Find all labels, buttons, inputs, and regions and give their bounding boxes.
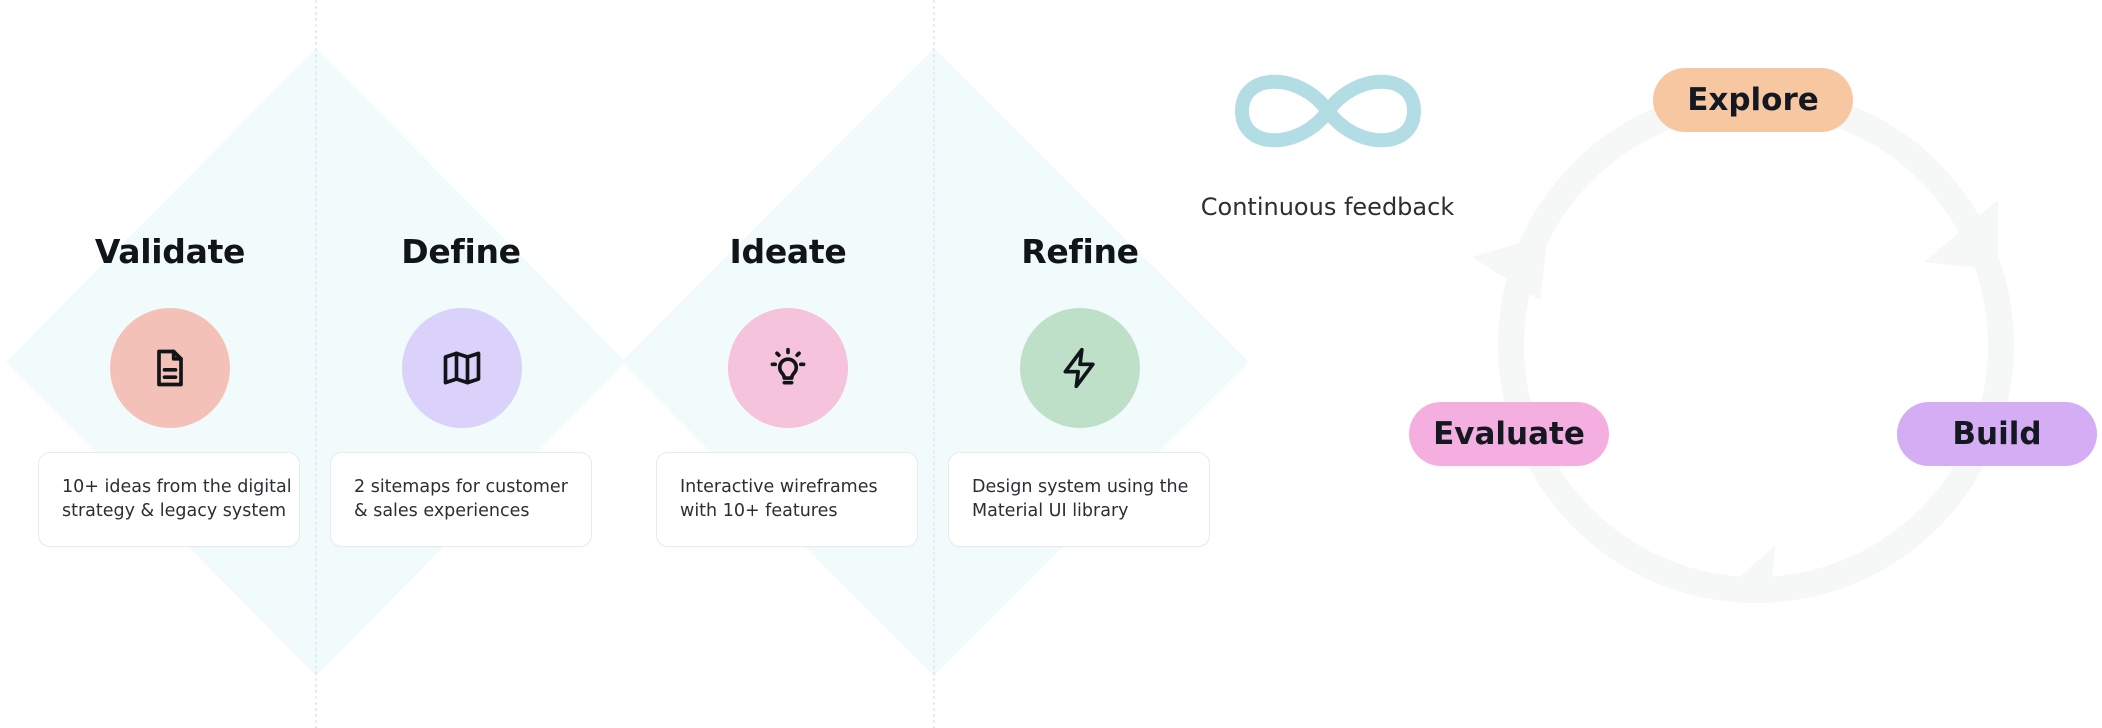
stage-card-line: & sales experiences <box>354 501 530 521</box>
stage-card-refine: Design system using the Material UI libr… <box>948 452 1210 547</box>
infinity-icon <box>1234 74 1422 148</box>
stage-card-line: Design system using the <box>972 477 1189 497</box>
deliver-diamond <box>621 48 1249 676</box>
stage-card-line: Material UI library <box>972 501 1129 521</box>
lightning-icon <box>1063 347 1095 389</box>
stage-title-validate: Validate <box>94 232 246 271</box>
stage-card-ideate: Interactive wireframes with 10+ features <box>656 452 918 547</box>
stage-icon-circle-define <box>402 308 522 428</box>
stage-card-line: 2 sitemaps for customer <box>354 477 568 497</box>
pill-build: Build <box>1897 402 2097 466</box>
stage-card-line: strategy & legacy system <box>62 501 287 521</box>
stage-icon-circle-refine <box>1020 308 1140 428</box>
stage-title-refine: Refine <box>1021 232 1139 271</box>
pill-explore: Explore <box>1653 68 1853 132</box>
cycle-ring <box>1472 87 2014 603</box>
stage-title-ideate: Ideate <box>729 232 847 271</box>
document-icon <box>157 349 183 387</box>
cycle-arrow-bottom <box>1722 546 1775 600</box>
stage-card-line: Interactive wireframes <box>680 477 878 497</box>
stage-card-validate: 10+ ideas from the digital strategy & le… <box>38 452 300 547</box>
map-icon <box>443 351 481 385</box>
stage-icon-circle-validate <box>110 308 230 428</box>
pill-evaluate: Evaluate <box>1409 402 1609 466</box>
stage-card-line: 10+ ideas from the digital <box>62 477 292 497</box>
stage-title-define: Define <box>401 232 521 271</box>
stage-icon-circle-ideate <box>728 308 848 428</box>
continuous-feedback-label: Continuous feedback <box>1200 193 1455 221</box>
stage-card-define: 2 sitemaps for customer & sales experien… <box>330 452 592 547</box>
lightbulb-icon <box>770 347 806 385</box>
stage-card-line: with 10+ features <box>680 501 838 521</box>
